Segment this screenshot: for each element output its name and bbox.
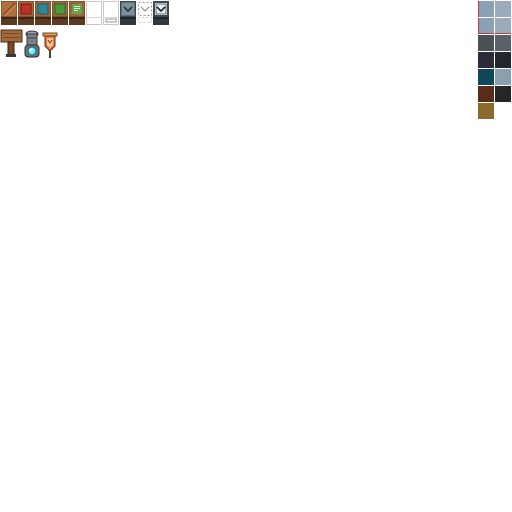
palette-swatch xyxy=(495,18,511,34)
palette-swatch xyxy=(478,35,494,51)
wooden-crate-green-icon xyxy=(52,1,68,25)
blank-panel-slot-icon xyxy=(103,1,119,25)
palette-swatch xyxy=(478,1,494,17)
wooden-crate-red-icon xyxy=(18,1,34,25)
steel-panel-arrow-icon xyxy=(120,1,136,25)
heraldic-banner-icon xyxy=(42,32,58,60)
wooden-crate-green-note-icon xyxy=(69,1,85,25)
wooden-crate-teal-icon xyxy=(35,1,51,25)
palette-swatch xyxy=(495,1,511,17)
palette-swatch xyxy=(495,86,511,102)
dashed-outline-arrow-icon xyxy=(137,1,153,25)
palette-swatch xyxy=(478,18,494,34)
palette-swatch xyxy=(495,35,511,51)
palette-swatch xyxy=(478,52,494,68)
palette-swatch xyxy=(478,86,494,102)
palette-swatch xyxy=(478,69,494,85)
palette-swatch xyxy=(495,52,511,68)
palette-swatch xyxy=(495,69,511,85)
wooden-crate-striped-icon xyxy=(1,1,17,25)
blank-panel-icon xyxy=(86,1,102,25)
wooden-signpost-icon xyxy=(0,28,24,60)
stone-pedestal-orb-icon xyxy=(22,29,42,61)
framed-panel-arrow-icon xyxy=(153,1,169,25)
palette-swatch xyxy=(478,103,494,119)
